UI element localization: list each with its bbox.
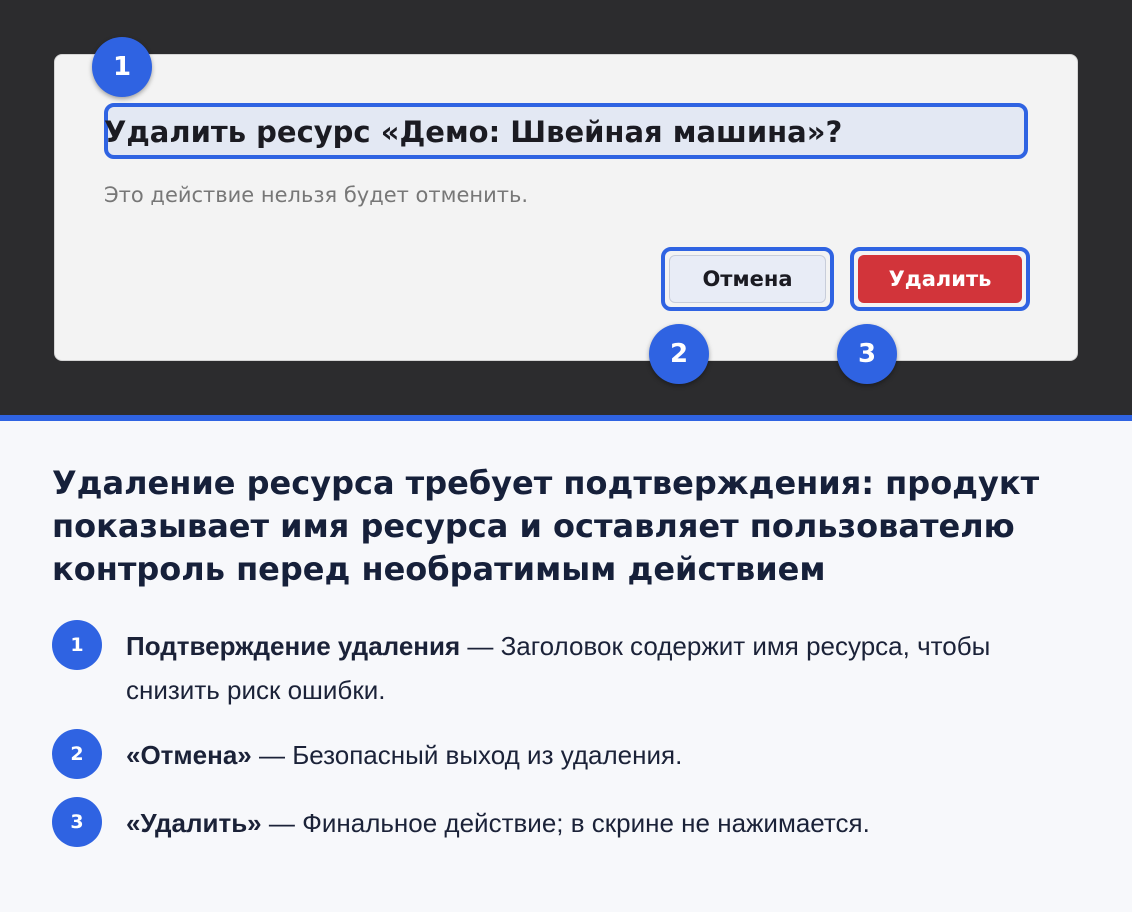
legend-term-2: «Отмена» — [126, 740, 252, 770]
section-divider — [0, 415, 1132, 421]
legend-separator-1: — — [460, 631, 501, 661]
cancel-button[interactable]: Отмена — [661, 247, 834, 311]
legend-term-3: «Удалить» — [126, 808, 262, 838]
legend-badge-2: 2 — [52, 729, 102, 779]
dialog-title: Удалить ресурс «Демо: Швейная машина»? — [104, 115, 843, 149]
legend-text-2: «Отмена» — Безопасный выход из удаления. — [126, 733, 1056, 777]
explanation-heading: Удаление ресурса требует подтверждения: … — [52, 464, 1040, 588]
delete-button[interactable]: Удалить — [850, 247, 1030, 311]
legend-description-3: Финальное действие; в скрине не нажимает… — [302, 808, 870, 838]
marker-badge-2: 2 — [649, 324, 709, 384]
legend-description-2: Безопасный выход из удаления. — [292, 740, 683, 770]
legend-separator-3: — — [261, 808, 303, 838]
cancel-button-label: Отмена — [669, 255, 826, 303]
marker-badge-1: 1 — [92, 37, 152, 97]
legend-text-1: Подтверждение удаления — Заголовок содер… — [126, 624, 1056, 712]
delete-button-label: Удалить — [858, 255, 1022, 303]
legend-separator-2: — — [251, 740, 293, 770]
dialog-message: Это действие нельзя будет отменить. — [104, 183, 529, 207]
marker-badge-3: 3 — [837, 324, 897, 384]
legend-text-3: «Удалить» — Финальное действие; в скрине… — [126, 801, 1056, 845]
legend-badge-3: 3 — [52, 797, 102, 847]
legend-badge-1: 1 — [52, 620, 102, 670]
legend-term-1: Подтверждение удаления — [126, 631, 461, 661]
